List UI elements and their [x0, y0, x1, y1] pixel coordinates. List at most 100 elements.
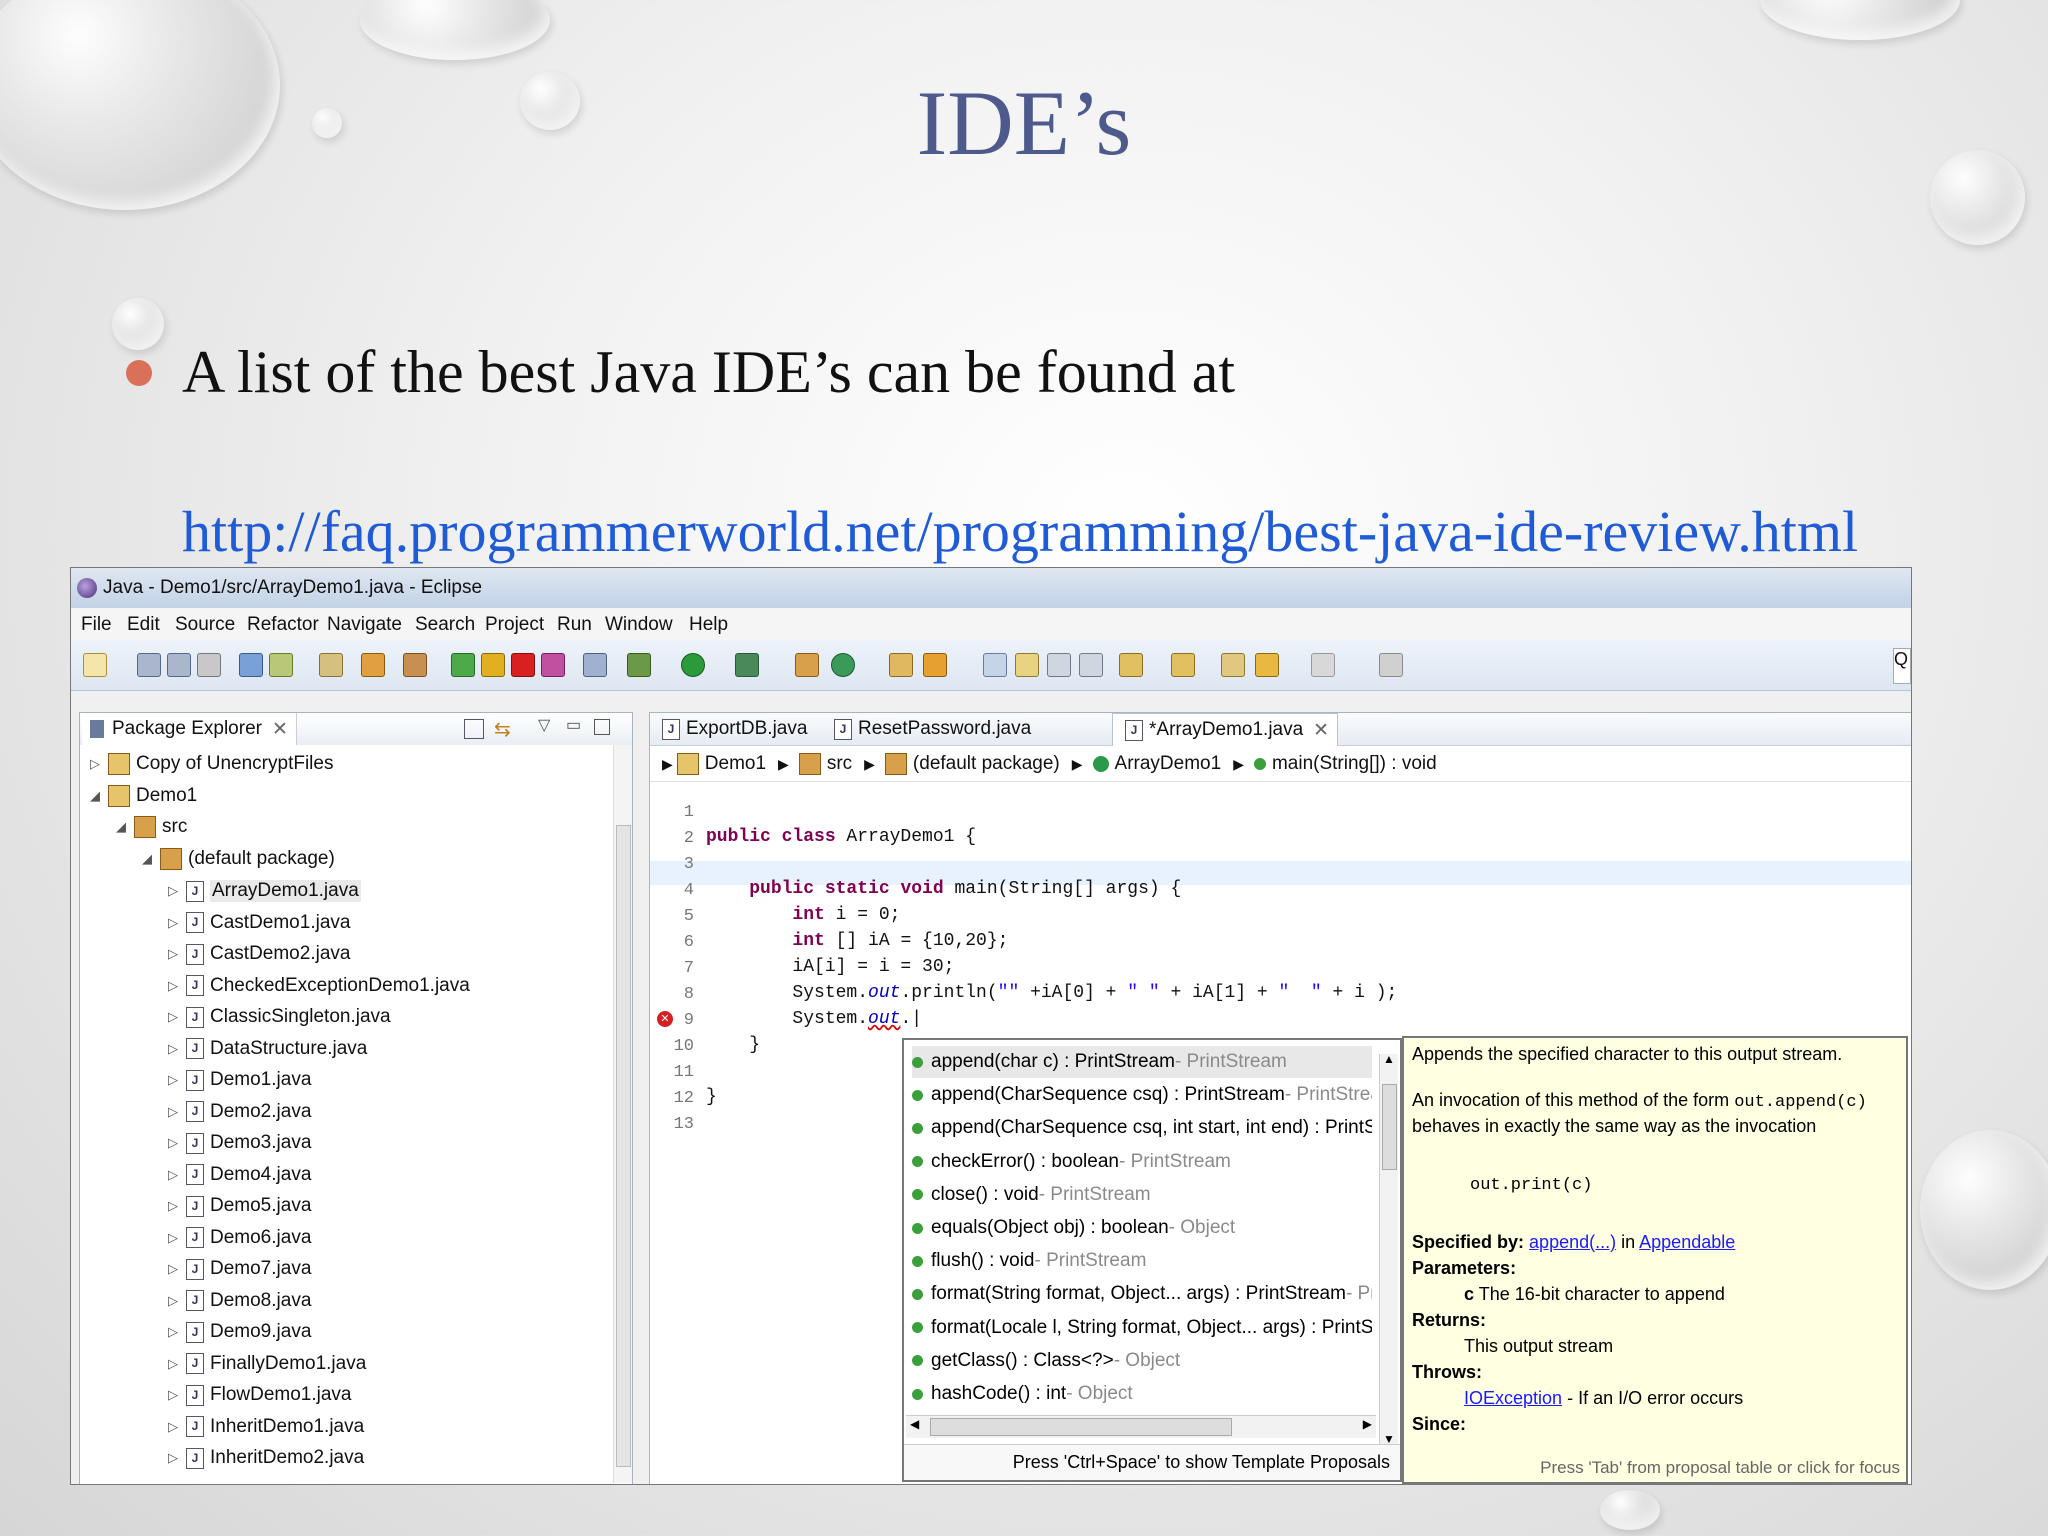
proposal-item[interactable]: format(Locale l, String format, Object..…	[912, 1312, 1372, 1344]
previous-annotation-icon[interactable]	[1171, 653, 1195, 677]
block-selection-icon[interactable]	[1079, 653, 1103, 677]
quick-access-field[interactable]: Q	[1893, 648, 1911, 684]
tree-node-file[interactable]: ▷ J Demo5.java	[168, 1191, 311, 1221]
back-icon[interactable]	[1255, 653, 1279, 677]
minimize-icon[interactable]: ▭	[566, 715, 581, 735]
disconnect-icon[interactable]	[541, 653, 565, 677]
tree-node-file[interactable]: ▷ J CastDemo2.java	[168, 939, 350, 969]
proposal-item[interactable]: format(String format, Object... args) : …	[912, 1278, 1372, 1310]
expand-icon[interactable]: ▷	[168, 1419, 182, 1435]
menu-project[interactable]: Project	[485, 614, 544, 636]
scroll-thumb[interactable]	[616, 825, 631, 1467]
scroll-thumb[interactable]	[1382, 1084, 1397, 1170]
collapse-icon[interactable]: ◢	[116, 819, 130, 835]
tab-exportdb[interactable]: J ExportDB.java	[650, 713, 815, 745]
step-icon[interactable]	[403, 653, 427, 677]
menu-refactor[interactable]: Refactor	[247, 614, 319, 636]
expand-icon[interactable]: ▷	[168, 1198, 182, 1214]
toggle-highlight-icon[interactable]	[1015, 653, 1039, 677]
tree-node-file[interactable]: ▷ J Demo9.java	[168, 1317, 311, 1347]
tab-arraydemo1[interactable]: J *ArrayDemo1.java ✕	[1112, 713, 1339, 746]
content-assist-hscrollbar[interactable]: ◀ ▶	[906, 1415, 1376, 1438]
menu-file[interactable]: File	[81, 614, 112, 636]
print-icon[interactable]	[197, 653, 221, 677]
proposal-item[interactable]: hashCode() : int - Object	[912, 1378, 1372, 1410]
debug-icon[interactable]	[627, 653, 651, 677]
menu-run[interactable]: Run	[557, 614, 592, 636]
proposal-item[interactable]: getClass() : Class<?> - Object	[912, 1345, 1372, 1377]
expand-icon[interactable]: ▷	[168, 946, 182, 962]
expand-icon[interactable]: ▷	[168, 978, 182, 994]
menu-search[interactable]: Search	[415, 614, 475, 636]
append-link[interactable]: append(...)	[1529, 1232, 1616, 1252]
tree-node-file[interactable]: ▷ J ClassicSingleton.java	[168, 1002, 391, 1032]
expand-icon[interactable]: ▷	[168, 1324, 182, 1340]
tab-package-explorer[interactable]: Package Explorer ✕	[82, 713, 297, 745]
scroll-left-icon[interactable]: ◀	[910, 1417, 919, 1431]
breadcrumb-method[interactable]: main(String[]) : void	[1272, 753, 1437, 775]
expand-icon[interactable]: ▷	[168, 1387, 182, 1403]
refactor-icon[interactable]	[319, 653, 343, 677]
new-icon[interactable]	[83, 653, 107, 677]
last-edit-location-icon[interactable]	[1221, 653, 1245, 677]
expand-icon[interactable]: ▷	[168, 883, 182, 899]
tree-node-file[interactable]: ▷ J CheckedExceptionDemo1.java	[168, 971, 470, 1001]
open-folder-icon[interactable]	[889, 653, 913, 677]
menu-window[interactable]: Window	[605, 614, 673, 636]
expand-icon[interactable]: ▷	[168, 1072, 182, 1088]
expand-icon[interactable]: ▷	[168, 1135, 182, 1151]
link-with-editor-icon[interactable]: ⇆	[494, 717, 511, 742]
proposal-item[interactable]: append(CharSequence csq) : PrintStream -…	[912, 1079, 1372, 1111]
tree-node-copy-project[interactable]: ▷ Copy of UnencryptFiles	[90, 749, 333, 779]
expand-icon[interactable]: ▷	[168, 1293, 182, 1309]
expand-icon[interactable]: ▷	[168, 1009, 182, 1025]
appendable-link[interactable]: Appendable	[1639, 1232, 1735, 1252]
tree-node-file[interactable]: ▷ J Demo7.java	[168, 1254, 311, 1284]
suspend-icon[interactable]	[481, 653, 505, 677]
tree-node-file[interactable]: ▷ J Demo6.java	[168, 1223, 311, 1253]
next-annotation-icon[interactable]	[1119, 653, 1143, 677]
external-tools-icon[interactable]	[735, 653, 759, 677]
toggle-mark-occurrences-icon[interactable]	[983, 653, 1007, 677]
expand-icon[interactable]: ▷	[168, 1261, 182, 1277]
breadcrumb-src[interactable]: src	[827, 753, 852, 775]
tree-node-file[interactable]: ▷ J FlowDemo1.java	[168, 1380, 352, 1410]
tree-node-file[interactable]: ▷ J InheritDemo2.java	[168, 1443, 364, 1473]
tree-node-project[interactable]: ◢ Demo1	[90, 781, 197, 811]
tree-node-file[interactable]: ▷ J DataStructure.java	[168, 1034, 367, 1064]
breadcrumb-class[interactable]: ArrayDemo1	[1115, 753, 1222, 775]
collapse-icon[interactable]: ◢	[90, 788, 104, 804]
tree-node-file[interactable]: ▷ J Demo2.java	[168, 1097, 311, 1127]
tree-node-file[interactable]: ▷ J Demo8.java	[168, 1286, 311, 1316]
tree-node-file[interactable]: ▷ J ArrayDemo1.java	[168, 876, 361, 906]
scroll-up-icon[interactable]: ▲	[1383, 1052, 1395, 1066]
close-icon[interactable]: ✕	[272, 718, 288, 741]
expand-icon[interactable]: ▷	[168, 1230, 182, 1246]
ioexception-link[interactable]: IOException	[1464, 1388, 1562, 1408]
error-icon[interactable]: ✕	[657, 1011, 673, 1027]
proposal-item[interactable]: flush() : void - PrintStream	[912, 1245, 1372, 1277]
pin-editor-icon[interactable]	[1379, 653, 1403, 677]
terminate-icon[interactable]	[511, 653, 535, 677]
tree-node-default-package[interactable]: ◢ (default package)	[142, 844, 335, 874]
proposal-item[interactable]: append(CharSequence csq, int start, int …	[912, 1112, 1372, 1144]
tree-node-file[interactable]: ▷ J InheritDemo1.java	[168, 1412, 364, 1442]
collapse-all-icon[interactable]	[464, 719, 484, 739]
run-icon[interactable]	[681, 653, 705, 677]
expand-icon[interactable]: ▷	[168, 1356, 182, 1372]
tree-node-file[interactable]: ▷ J FinallyDemo1.java	[168, 1349, 366, 1379]
open-type-icon[interactable]	[239, 653, 263, 677]
expand-icon[interactable]: ▷	[168, 1104, 182, 1120]
tree-node-file[interactable]: ▷ J CastDemo1.java	[168, 908, 350, 938]
view-menu-icon[interactable]: ▽	[538, 715, 550, 735]
open-task-icon[interactable]	[269, 653, 293, 677]
expand-icon[interactable]: ▷	[168, 1167, 182, 1183]
expand-icon[interactable]: ▷	[168, 915, 182, 931]
show-whitespace-icon[interactable]	[1047, 653, 1071, 677]
javadoc-hover[interactable]: Appends the specified character to this …	[1402, 1036, 1908, 1484]
menu-help[interactable]: Help	[689, 614, 728, 636]
forward-icon[interactable]	[1311, 653, 1335, 677]
proposal-item[interactable]: checkError() : boolean - PrintStream	[912, 1146, 1372, 1178]
new-java-package-icon[interactable]	[795, 653, 819, 677]
tree-node-file[interactable]: ▷ J Demo3.java	[168, 1128, 311, 1158]
